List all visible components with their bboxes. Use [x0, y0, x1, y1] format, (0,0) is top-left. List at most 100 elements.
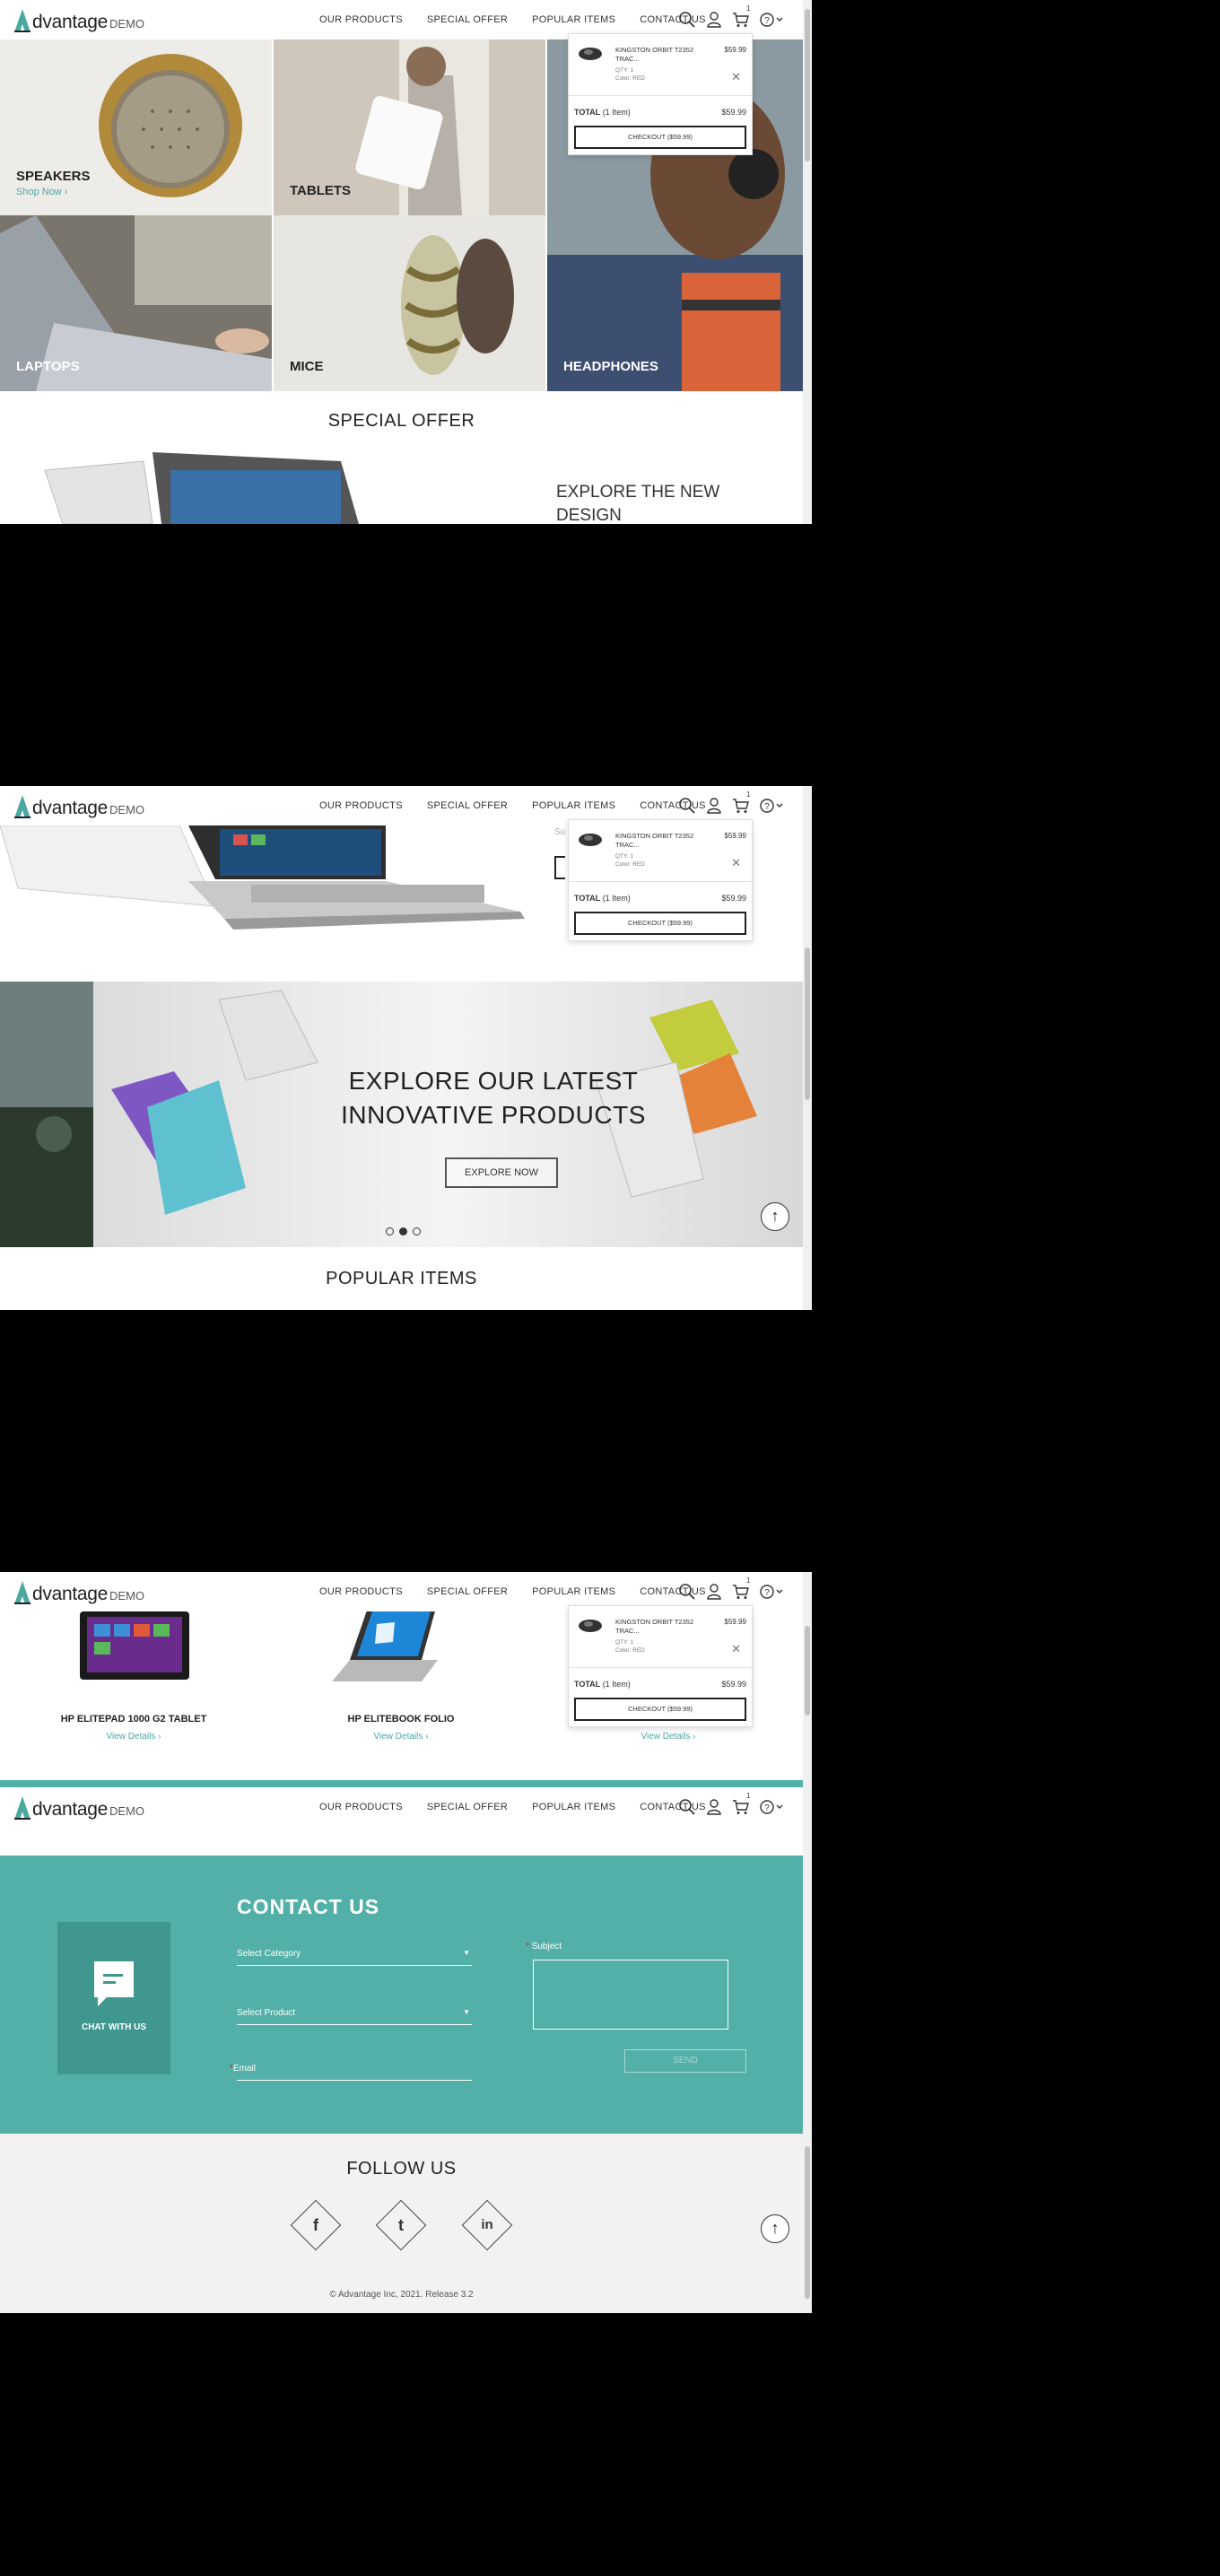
cart-icon	[733, 1800, 749, 1814]
logo[interactable]: dvantage DEMO	[13, 1579, 144, 1604]
scroll-to-top-button[interactable]: ↑	[761, 1202, 789, 1231]
cart-button[interactable]: 1	[732, 4, 750, 29]
nav-popular-items[interactable]: POPULAR ITEMS	[532, 800, 615, 811]
checkout-button[interactable]: CHECKOUT ($59.99)	[574, 912, 746, 935]
search-icon[interactable]	[678, 1583, 696, 1601]
help-icon[interactable]: ?	[759, 11, 784, 29]
nav-special-offer[interactable]: SPECIAL OFFER	[427, 14, 508, 25]
svg-text:?: ?	[764, 1803, 770, 1813]
chat-icon	[94, 1961, 134, 2006]
scrollbar[interactable]	[803, 1787, 812, 2313]
select-category-dropdown[interactable]: Select Category ▼	[237, 1949, 472, 1967]
cart-item-name[interactable]: KINGSTON ORBIT T2352 TRAC...	[615, 832, 714, 850]
cart-divider	[569, 95, 752, 96]
email-field[interactable]: *Email	[230, 2064, 472, 2082]
chat-with-us-button[interactable]: CHAT WITH US	[57, 1922, 170, 2074]
subscribe-button-stub[interactable]	[554, 856, 565, 879]
subscribe-stub: Su	[554, 827, 566, 837]
carousel-dot-2[interactable]	[399, 1227, 407, 1236]
product-thumb[interactable]	[578, 43, 603, 63]
screenshot-popular-items: dvantage DEMO OUR PRODUCTS SPECIAL OFFER…	[0, 1572, 812, 1787]
cart-item-price: $59.99	[724, 832, 746, 840]
elitepad-image[interactable]	[76, 1610, 193, 1681]
subject-label: * Subject	[526, 1942, 562, 1952]
facebook-icon[interactable]: f	[290, 2199, 342, 2251]
cart-total-label: TOTAL (1 Item)	[574, 108, 631, 117]
nav-our-products[interactable]: OUR PRODUCTS	[319, 1586, 403, 1597]
explore-now-button[interactable]: EXPLORE NOW	[445, 1157, 558, 1188]
hero-title-line2: INNOVATIVE PRODUCTS	[341, 1101, 646, 1129]
send-button[interactable]: SEND	[624, 2049, 746, 2073]
hero-carousel: EXPLORE OUR LATEST INNOVATIVE PRODUCTS E…	[0, 982, 803, 1247]
scrollbar[interactable]	[803, 0, 812, 524]
user-icon[interactable]	[705, 1798, 723, 1816]
cart-item-name[interactable]: KINGSTON ORBIT T2352 TRAC...	[615, 46, 714, 64]
cart-count: 1	[746, 790, 751, 799]
remove-item-icon[interactable]: ✕	[731, 856, 741, 870]
popular-items-heading: POPULAR ITEMS	[326, 1269, 477, 1288]
user-icon[interactable]	[705, 797, 723, 815]
twitter-icon[interactable]: t	[375, 2199, 427, 2251]
popular-item-1-view-details[interactable]: View Details ›	[0, 1732, 267, 1742]
hero-title: EXPLORE OUR LATEST INNOVATIVE PRODUCTS	[251, 1064, 736, 1132]
scroll-to-top-button[interactable]: ↑	[761, 2214, 789, 2243]
logo[interactable]: dvantage DEMO	[13, 1794, 144, 1820]
cart-total-label: TOTAL (1 Item)	[574, 1680, 631, 1689]
cart-item-name[interactable]: KINGSTON ORBIT T2352 TRAC...	[615, 1618, 714, 1636]
popular-item-1-name[interactable]: HP ELITEPAD 1000 G2 TABLET	[0, 1714, 267, 1725]
logo-a-icon	[14, 9, 30, 32]
product-thumb[interactable]	[578, 829, 603, 849]
tile-speakers-label: SPEAKERS	[16, 169, 91, 184]
nav-popular-items[interactable]: POPULAR ITEMS	[532, 14, 615, 25]
logo[interactable]: dvantage DEMO	[13, 7, 144, 32]
tile-speakers[interactable]: SPEAKERS Shop Now ›	[0, 39, 272, 215]
checkout-button[interactable]: CHECKOUT ($59.99)	[574, 126, 746, 149]
search-icon[interactable]	[678, 1798, 696, 1816]
logo[interactable]: dvantage DEMO	[13, 793, 144, 818]
tile-tablets[interactable]: TABLETS	[274, 39, 545, 215]
shop-now-link[interactable]: Shop Now ›	[16, 187, 67, 197]
remove-item-icon[interactable]: ✕	[731, 1642, 741, 1656]
search-icon[interactable]	[678, 797, 696, 815]
popular-item-3-view-details[interactable]: View Details ›	[535, 1732, 802, 1742]
popular-item-2-view-details[interactable]: View Details ›	[267, 1732, 535, 1742]
nav-popular-items[interactable]: POPULAR ITEMS	[532, 1586, 615, 1597]
cart-total-price: $59.99	[721, 108, 746, 117]
search-icon[interactable]	[678, 11, 696, 29]
scrollbar[interactable]	[803, 1572, 812, 1787]
follow-us-heading: FOLLOW US	[346, 2159, 457, 2179]
checkout-button[interactable]: CHECKOUT ($59.99)	[574, 1698, 746, 1721]
logo-word: dvantage	[32, 12, 109, 32]
nav-special-offer[interactable]: SPECIAL OFFER	[427, 800, 508, 811]
carousel-dot-1[interactable]	[386, 1227, 394, 1236]
tile-laptops[interactable]: LAPTOPS	[0, 215, 272, 391]
user-icon[interactable]	[705, 11, 723, 29]
tile-headphones-label: HEADPHONES	[563, 359, 658, 374]
help-icon[interactable]: ?	[759, 1798, 784, 1816]
nav-our-products[interactable]: OUR PRODUCTS	[319, 800, 403, 811]
carousel-dot-3[interactable]	[413, 1227, 421, 1236]
linkedin-icon[interactable]: in	[461, 2199, 513, 2251]
logo-word: dvantage	[32, 798, 109, 818]
help-icon[interactable]: ?	[759, 797, 784, 815]
scrollbar[interactable]	[803, 786, 812, 1310]
user-icon[interactable]	[705, 1583, 723, 1601]
select-product-dropdown[interactable]: Select Product ▼	[237, 2008, 472, 2026]
remove-item-icon[interactable]: ✕	[731, 70, 741, 84]
nav-special-offer[interactable]: SPECIAL OFFER	[427, 1802, 508, 1812]
screenshot-contact-footer: dvantage DEMO OUR PRODUCTS SPECIAL OFFER…	[0, 1787, 812, 2313]
nav-popular-items[interactable]: POPULAR ITEMS	[532, 1802, 615, 1812]
help-icon[interactable]: ?	[759, 1583, 784, 1601]
tile-mice[interactable]: MICE	[274, 215, 545, 391]
nav-our-products[interactable]: OUR PRODUCTS	[319, 14, 403, 25]
cart-button[interactable]: 1	[732, 1576, 750, 1601]
svg-text:?: ?	[764, 802, 770, 812]
subject-textarea[interactable]	[533, 1960, 728, 2030]
cart-button[interactable]: 1	[732, 1792, 750, 1816]
product-thumb[interactable]	[578, 1615, 603, 1635]
nav-our-products[interactable]: OUR PRODUCTS	[319, 1802, 403, 1812]
elitebook-folio-image[interactable]	[314, 1606, 440, 1685]
nav-special-offer[interactable]: SPECIAL OFFER	[427, 1586, 508, 1597]
popular-item-2-name[interactable]: HP ELITEBOOK FOLIO	[267, 1714, 535, 1725]
cart-button[interactable]: 1	[732, 790, 750, 815]
